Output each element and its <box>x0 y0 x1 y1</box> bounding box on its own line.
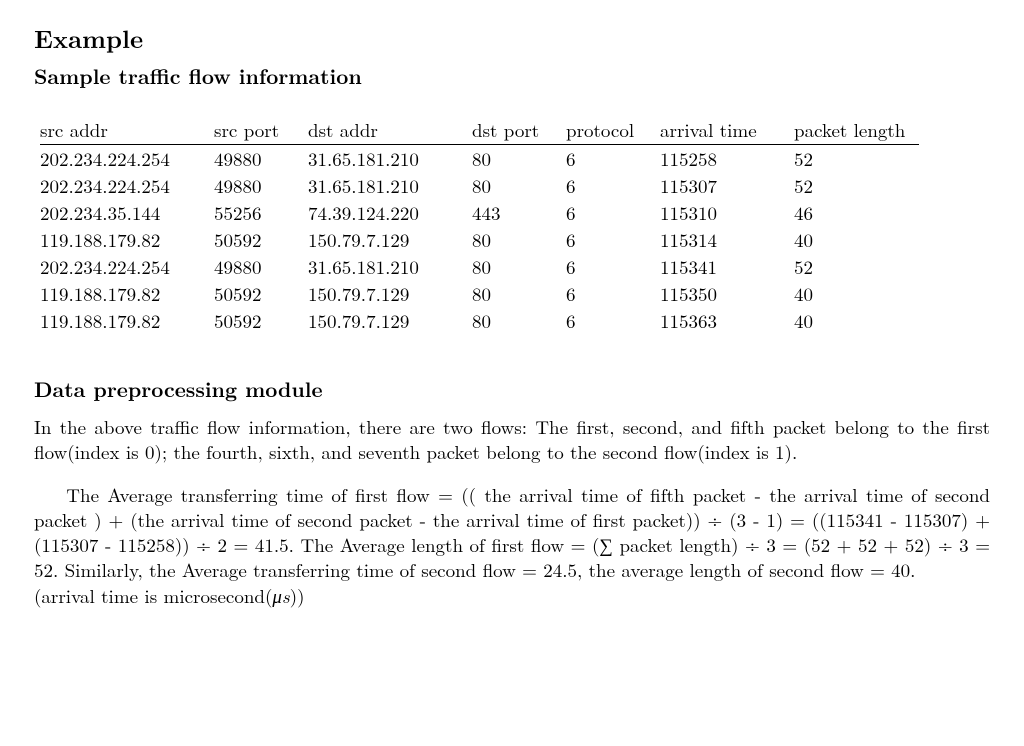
cell-src-addr: 202.234.224.254 <box>40 172 214 199</box>
subheading-sample-traffic: Sample traffic flow information <box>34 63 990 91</box>
col-dst-addr: dst addr <box>308 117 472 145</box>
cell-dst-port: 80 <box>472 253 566 280</box>
paragraph-flow-description: In the above traffic flow information, t… <box>34 414 990 464</box>
cell-packet-length: 52 <box>794 253 919 280</box>
cell-protocol: 6 <box>566 226 660 253</box>
cell-src-addr: 202.234.224.254 <box>40 253 214 280</box>
subheading-data-preprocessing: Data preprocessing module <box>34 376 990 404</box>
cell-src-port: 55256 <box>214 199 308 226</box>
cell-dst-addr: 150.79.7.129 <box>308 307 472 334</box>
cell-src-port: 50592 <box>214 226 308 253</box>
cell-packet-length: 46 <box>794 199 919 226</box>
cell-arrival-time: 115363 <box>660 307 794 334</box>
cell-packet-length: 52 <box>794 172 919 199</box>
cell-dst-addr: 150.79.7.129 <box>308 280 472 307</box>
cell-dst-port: 80 <box>472 307 566 334</box>
table-row: 119.188.179.82 50592 150.79.7.129 80 6 1… <box>40 307 919 334</box>
cell-src-port: 50592 <box>214 307 308 334</box>
cell-src-addr: 202.234.224.254 <box>40 144 214 172</box>
cell-src-addr: 202.234.35.144 <box>40 199 214 226</box>
cell-src-addr: 119.188.179.82 <box>40 307 214 334</box>
col-dst-port: dst port <box>472 117 566 145</box>
mu-symbol: μs <box>272 582 289 609</box>
heading-example: Example <box>34 22 990 55</box>
table-row: 119.188.179.82 50592 150.79.7.129 80 6 1… <box>40 280 919 307</box>
table-row: 202.234.224.254 49880 31.65.181.210 80 6… <box>40 172 919 199</box>
table-row: 202.234.35.144 55256 74.39.124.220 443 6… <box>40 199 919 226</box>
table-row: 202.234.224.254 49880 31.65.181.210 80 6… <box>40 144 919 172</box>
cell-dst-port: 80 <box>472 172 566 199</box>
cell-dst-port: 80 <box>472 144 566 172</box>
paragraph-computation: The Average transferring time of first f… <box>34 482 990 607</box>
cell-src-port: 50592 <box>214 280 308 307</box>
table-row: 202.234.224.254 49880 31.65.181.210 80 6… <box>40 253 919 280</box>
cell-protocol: 6 <box>566 199 660 226</box>
col-src-addr: src addr <box>40 117 214 145</box>
cell-arrival-time: 115350 <box>660 280 794 307</box>
arrival-unit-prefix: (arrival time is microsecond( <box>34 582 272 609</box>
col-packet-length: packet length <box>794 117 919 145</box>
cell-src-addr: 119.188.179.82 <box>40 280 214 307</box>
document-page: Example Sample traffic flow information … <box>0 0 1024 746</box>
cell-dst-addr: 31.65.181.210 <box>308 144 472 172</box>
traffic-flow-table: src addr src port dst addr dst port prot… <box>40 117 919 335</box>
cell-src-port: 49880 <box>214 172 308 199</box>
cell-dst-addr: 31.65.181.210 <box>308 253 472 280</box>
cell-protocol: 6 <box>566 253 660 280</box>
cell-src-port: 49880 <box>214 144 308 172</box>
cell-protocol: 6 <box>566 172 660 199</box>
cell-packet-length: 40 <box>794 280 919 307</box>
col-src-port: src port <box>214 117 308 145</box>
cell-dst-port: 80 <box>472 226 566 253</box>
col-arrival-time: arrival time <box>660 117 794 145</box>
table-row: 119.188.179.82 50592 150.79.7.129 80 6 1… <box>40 226 919 253</box>
cell-src-port: 49880 <box>214 253 308 280</box>
cell-dst-addr: 150.79.7.129 <box>308 226 472 253</box>
cell-protocol: 6 <box>566 307 660 334</box>
cell-protocol: 6 <box>566 280 660 307</box>
cell-arrival-time: 115341 <box>660 253 794 280</box>
table-body: 202.234.224.254 49880 31.65.181.210 80 6… <box>40 144 919 334</box>
cell-packet-length: 52 <box>794 144 919 172</box>
cell-arrival-time: 115307 <box>660 172 794 199</box>
cell-arrival-time: 115258 <box>660 144 794 172</box>
cell-dst-addr: 31.65.181.210 <box>308 172 472 199</box>
cell-dst-port: 443 <box>472 199 566 226</box>
cell-dst-port: 80 <box>472 280 566 307</box>
cell-arrival-time: 115314 <box>660 226 794 253</box>
col-protocol: protocol <box>566 117 660 145</box>
arrival-unit-suffix: )) <box>290 582 305 609</box>
cell-arrival-time: 115310 <box>660 199 794 226</box>
cell-packet-length: 40 <box>794 226 919 253</box>
computation-text: The Average transferring time of first f… <box>34 481 990 583</box>
cell-protocol: 6 <box>566 144 660 172</box>
cell-src-addr: 119.188.179.82 <box>40 226 214 253</box>
cell-packet-length: 40 <box>794 307 919 334</box>
cell-dst-addr: 74.39.124.220 <box>308 199 472 226</box>
table-header-row: src addr src port dst addr dst port prot… <box>40 117 919 145</box>
